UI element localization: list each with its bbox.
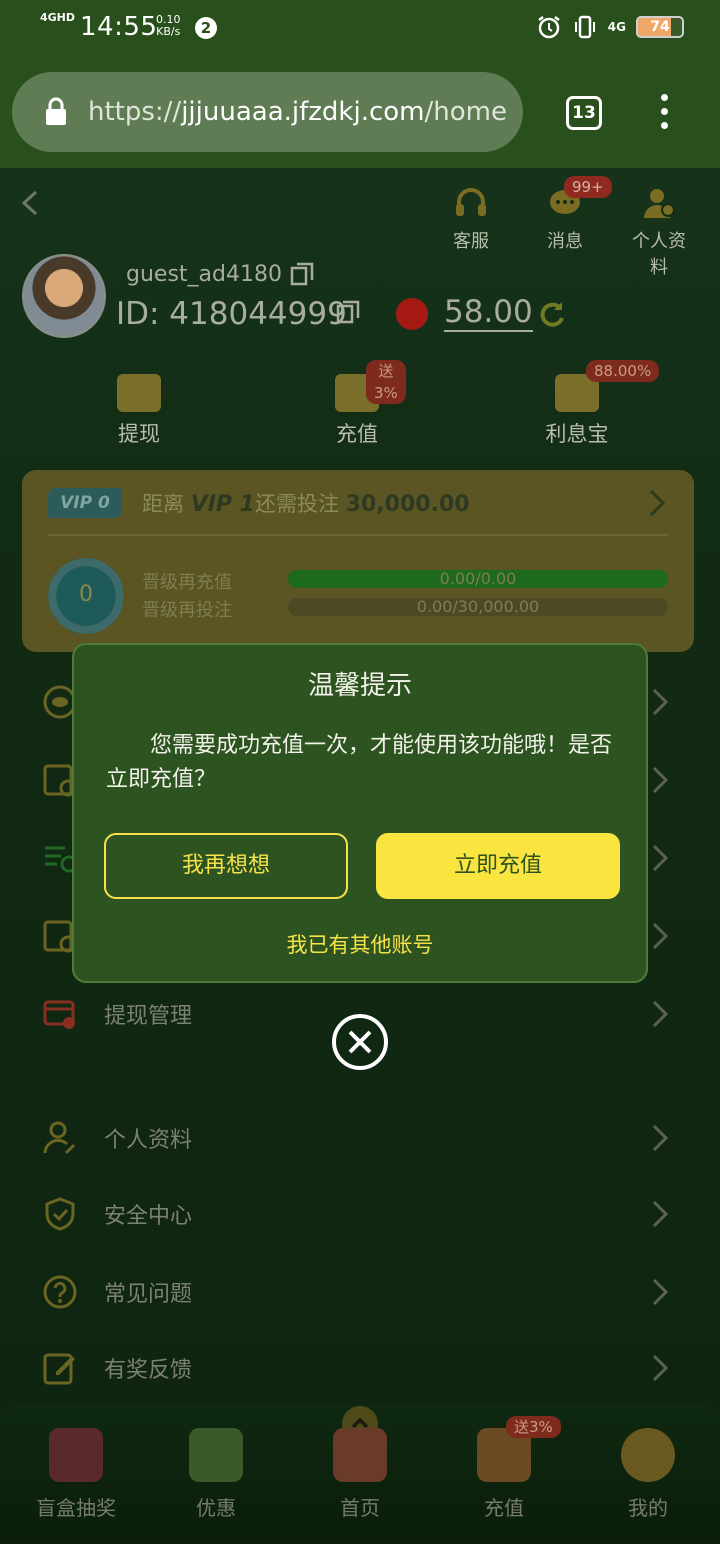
url-text[interactable]: https://jjjuuaaa.jfzdkj.com/home/n xyxy=(88,97,506,127)
notification-count-badge: 2 xyxy=(195,17,217,39)
alarm-icon xyxy=(538,16,560,39)
network-speed: 0.10 KB/s xyxy=(156,14,181,38)
status-icons: 4G 74 xyxy=(536,14,684,40)
browser-toolbar: https://jjjuuaaa.jfzdkj.com/home/n 13 xyxy=(0,58,720,168)
mobile-network-label: 4G xyxy=(607,20,626,34)
url-host: jjjuuaaa.jfzdkj.com xyxy=(181,97,425,127)
status-bar: 4GHD 14:55 0.10 KB/s 2 4G 74 xyxy=(0,0,720,58)
address-bar[interactable]: https://jjjuuaaa.jfzdkj.com/home/n xyxy=(12,72,523,152)
close-icon[interactable] xyxy=(331,1013,389,1071)
battery-level: 74 xyxy=(650,19,670,35)
tab-switcher-button[interactable]: 13 xyxy=(566,96,602,130)
dialog-title: 温馨提示 xyxy=(307,671,412,701)
recharge-now-button[interactable]: 立即充值 xyxy=(376,833,620,899)
other-account-link[interactable]: 我已有其他账号 xyxy=(74,929,646,959)
recharge-prompt-dialog: 温馨提示 您需要成功充值一次，才能使用该功能哦！是否立即充值？ 我再想想 立即充… xyxy=(72,643,648,983)
vibrate-icon xyxy=(574,15,595,39)
network-indicator: 4GHD xyxy=(40,11,76,24)
dialog-message: 您需要成功充值一次，才能使用该功能哦！是否立即充值？ xyxy=(106,733,613,792)
lock-icon xyxy=(46,97,66,125)
battery-icon: 74 xyxy=(636,16,684,38)
browser-menu-button[interactable] xyxy=(654,94,674,134)
url-path: /home/n xyxy=(424,97,507,127)
clock: 14:55 xyxy=(80,12,158,42)
url-prefix: https:// xyxy=(88,97,182,127)
think-again-button[interactable]: 我再想想 xyxy=(104,833,348,899)
speed-unit: KB/s xyxy=(156,25,181,38)
